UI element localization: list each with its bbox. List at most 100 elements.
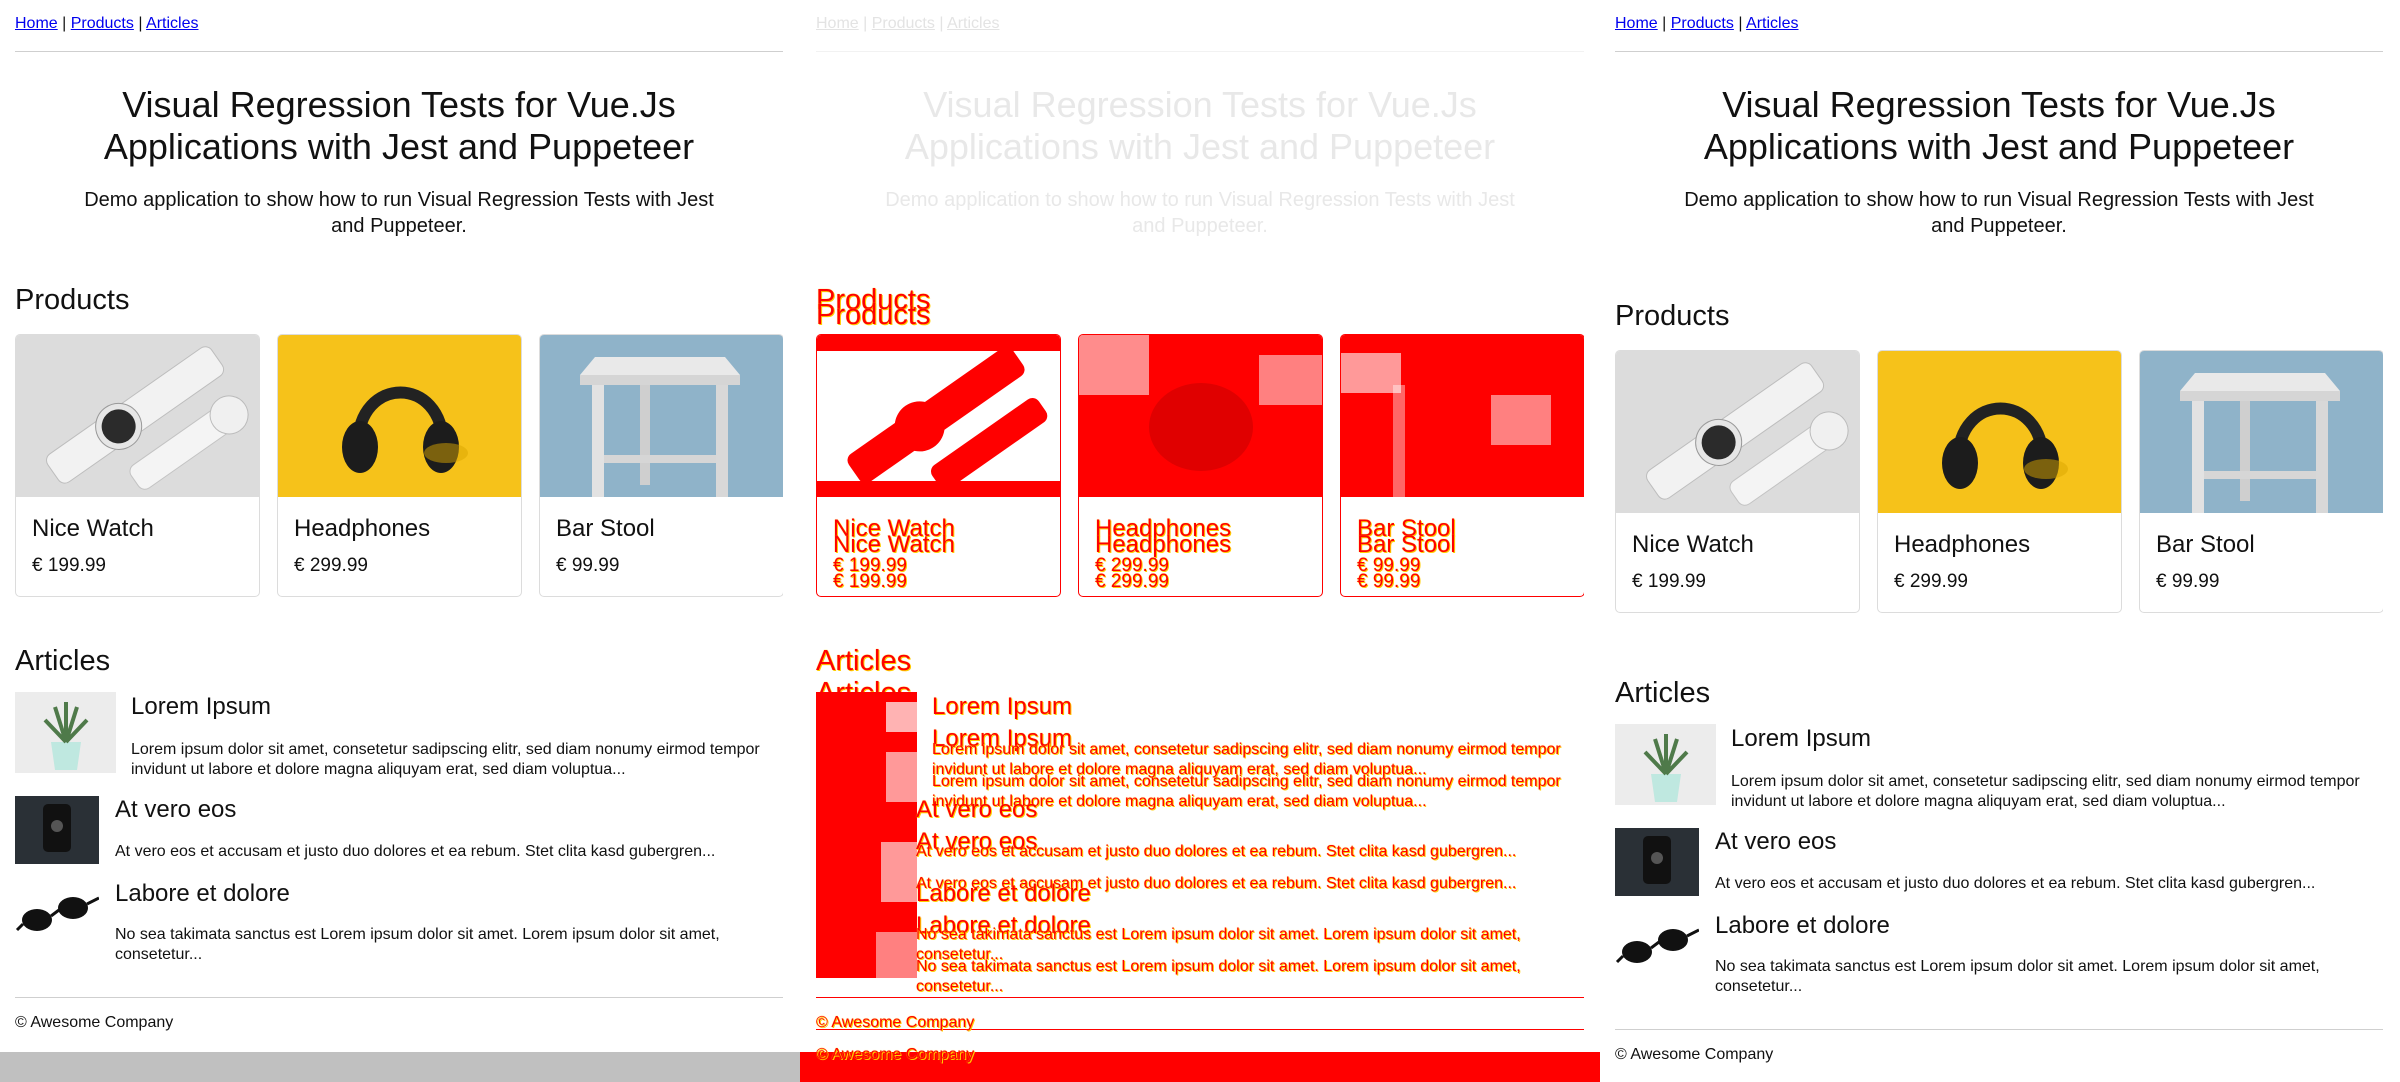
nav-divider: [1615, 51, 2383, 52]
diff-panel: Home | Products | Articles Visual Regres…: [816, 0, 1584, 1082]
footer-copyright: © Awesome Company: [816, 1014, 975, 1031]
nav-products-link[interactable]: Products: [872, 15, 935, 32]
article-excerpt: No sea takimata sanctus est Lorem ipsum …: [916, 958, 1521, 995]
nav-separator: |: [858, 15, 872, 32]
top-nav: Home | Products | Articles: [816, 15, 1000, 33]
bottom-bar: [0, 1052, 800, 1082]
product-card[interactable]: Headphones € 299.99: [1877, 350, 2122, 613]
nav-home-link[interactable]: Home: [15, 15, 58, 32]
page-title: Visual Regression Tests for Vue.Js Applic…: [904, 84, 1496, 167]
products-heading: Products: [15, 284, 130, 316]
nav-divider: [816, 51, 1584, 52]
product-price: € 299.99: [294, 555, 368, 576]
headphones-diff-image: [1079, 335, 1322, 497]
article-excerpt: No sea takimata sanctus est Lorem ipsum …: [1715, 958, 2320, 995]
plant-image: [1615, 724, 1716, 805]
stool-image: [540, 335, 783, 497]
articles-thumbnails-diff: [816, 692, 917, 978]
article-excerpt: No sea takimata sanctus est Lorem ipsum …: [115, 926, 720, 963]
product-price: € 99.99: [556, 555, 620, 576]
top-nav: Home | Products | Articles: [15, 15, 199, 33]
nav-products-link[interactable]: Products: [1671, 15, 1734, 32]
product-price: € 99.99: [1357, 571, 1421, 592]
nav-separator: |: [57, 15, 71, 32]
nav-home-link[interactable]: Home: [1615, 15, 1658, 32]
dark-object-image: [15, 796, 99, 864]
articles-heading: Articles: [15, 645, 111, 677]
current-panel: Home | Products | Articles Visual Regres…: [1615, 0, 2383, 1082]
product-name: Headphones: [294, 515, 431, 542]
nav-products-link[interactable]: Products: [71, 15, 134, 32]
product-name: Bar Stool: [2156, 531, 2255, 558]
watch-diff-image: [817, 335, 1060, 497]
footer-copyright: © Awesome Company: [816, 1046, 975, 1063]
product-card[interactable]: Bar Stool € 99.99: [2139, 350, 2383, 613]
article-title[interactable]: Labore et dolore: [115, 880, 290, 908]
nav-articles-link[interactable]: Articles: [146, 15, 198, 32]
product-price: € 299.99: [1095, 571, 1169, 592]
page-subtitle: Demo application to show how to run Visu…: [885, 189, 1515, 237]
product-card[interactable]: Bar Stool € 99.99: [539, 334, 783, 597]
watch-image: [1616, 351, 1859, 513]
articles-heading: Articles: [1615, 677, 1711, 709]
article-excerpt: At vero eos et accusam et justo duo dolo…: [115, 843, 716, 860]
product-card[interactable]: Bar Stool Bar Stool € 99.99 € 99.99: [1340, 334, 1584, 597]
page-subtitle: Demo application to show how to run Visu…: [84, 189, 714, 237]
product-name: Nice Watch: [1632, 531, 1754, 558]
article-excerpt: At vero eos et accusam et justo duo dolo…: [1715, 875, 2316, 892]
headphones-image: [1878, 351, 2121, 513]
product-card[interactable]: Headphones Headphones € 299.99 € 299.99: [1078, 334, 1323, 597]
stool-image: [2140, 351, 2383, 513]
product-price: € 199.99: [32, 555, 106, 576]
baseline-panel: Home | Products | Articles Visual Regres…: [15, 0, 783, 1082]
product-name: Bar Stool: [556, 515, 655, 542]
article-title[interactable]: Lorem Ipsum: [1731, 725, 1871, 753]
article-excerpt: Lorem ipsum dolor sit amet, consetetur s…: [1731, 773, 2360, 810]
products-heading: Products: [816, 299, 931, 331]
plant-image: [15, 692, 116, 773]
footer-divider: [1615, 1029, 2383, 1030]
nav-separator: |: [934, 15, 948, 32]
products-heading: Products: [1615, 300, 1730, 332]
article-title[interactable]: At vero eos: [115, 796, 236, 824]
product-card[interactable]: Headphones € 299.99: [277, 334, 522, 597]
product-card[interactable]: Nice Watch € 199.99: [1615, 350, 1860, 613]
product-name: Headphones: [1894, 531, 2031, 558]
article-title[interactable]: At vero eos: [1715, 828, 1836, 856]
article-title[interactable]: Labore et dolore: [1715, 912, 1890, 940]
product-card[interactable]: Nice Watch Nice Watch € 199.99 € 199.99: [816, 334, 1061, 597]
article-title[interactable]: Lorem Ipsum: [131, 693, 271, 721]
product-card[interactable]: Nice Watch € 199.99: [15, 334, 260, 597]
articles-heading: Articles: [816, 645, 912, 677]
product-price: € 199.99: [1632, 571, 1706, 592]
footer-copyright: © Awesome Company: [15, 1014, 174, 1031]
top-nav: Home | Products | Articles: [1615, 15, 1799, 33]
headphones-image: [278, 335, 521, 497]
product-price: € 99.99: [2156, 571, 2220, 592]
page-title: Visual Regression Tests for Vue.Js Applic…: [1703, 84, 2295, 167]
product-price: € 299.99: [1894, 571, 1968, 592]
nav-separator: |: [1733, 15, 1747, 32]
page-title: Visual Regression Tests for Vue.Js Applic…: [103, 84, 695, 167]
footer-divider: [816, 997, 1584, 998]
article-title[interactable]: Lorem Ipsum: [932, 693, 1072, 721]
footer-copyright: © Awesome Company: [1615, 1046, 1774, 1063]
sunglasses-image: [1615, 912, 1699, 980]
product-name: Nice Watch: [32, 515, 154, 542]
article-title[interactable]: Labore et dolore: [916, 880, 1091, 908]
dark-object-image: [1615, 828, 1699, 896]
nav-separator: |: [133, 15, 147, 32]
article-excerpt: Lorem ipsum dolor sit amet, consetetur s…: [131, 741, 760, 778]
sunglasses-image: [15, 880, 99, 948]
stool-diff-image: [1341, 335, 1584, 497]
product-price: € 199.99: [833, 571, 907, 592]
nav-home-link[interactable]: Home: [816, 15, 859, 32]
article-title[interactable]: At vero eos: [916, 796, 1037, 824]
footer-divider: [15, 997, 783, 998]
page-subtitle: Demo application to show how to run Visu…: [1684, 189, 2314, 237]
nav-divider: [15, 51, 783, 52]
nav-articles-link[interactable]: Articles: [947, 15, 999, 32]
article-excerpt: At vero eos et accusam et justo duo dolo…: [916, 843, 1517, 860]
watch-image: [16, 335, 259, 497]
nav-articles-link[interactable]: Articles: [1746, 15, 1798, 32]
